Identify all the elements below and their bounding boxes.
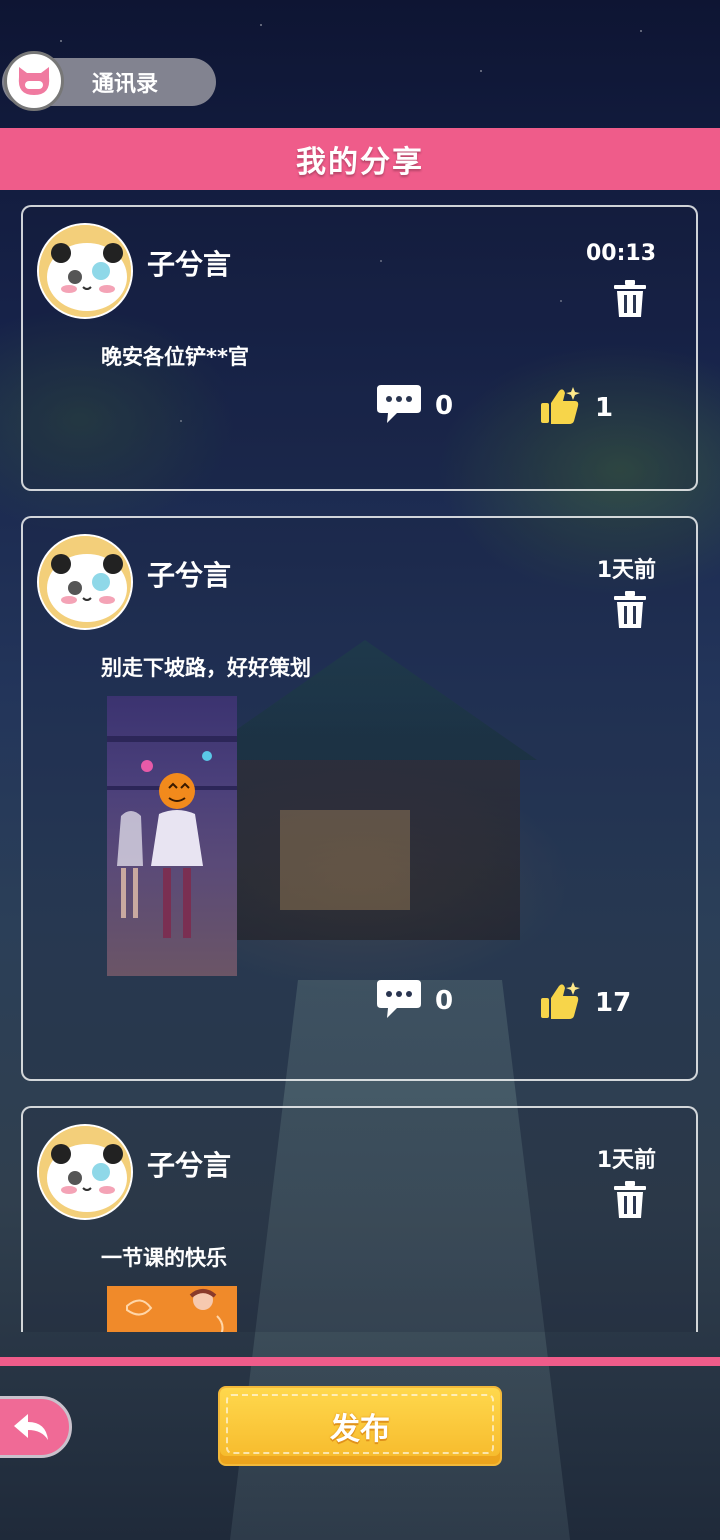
user-avatar[interactable] [37,534,133,630]
like-count: 1 [595,393,614,423]
post-text: 别走下坡路，好好策划 [101,656,311,680]
cat-avatar-icon [4,51,64,111]
comment-icon[interactable] [375,383,423,425]
post-image[interactable] [107,1286,237,1332]
post-text: 一节课的快乐 [101,1246,227,1270]
trash-icon[interactable] [612,1180,648,1220]
thumbs-up-icon[interactable] [539,385,581,427]
trash-icon[interactable] [612,279,648,319]
like-count: 17 [595,988,632,1018]
post-image[interactable] [107,696,237,976]
trash-icon[interactable] [612,590,648,630]
comment-count: 0 [435,986,454,1016]
post-time: 1天前 [596,1148,656,1173]
page-header: 我的分享 [0,128,720,190]
post-card: 子兮言 1天前 别走下坡路，好好策划 0 17 [21,516,698,1081]
post-time: 1天前 [596,558,656,583]
post-author: 子兮言 [147,559,232,592]
publish-label: 发布 [330,1412,390,1447]
contacts-label: 通讯录 [92,72,159,97]
post-card: 子兮言 00:13 晚安各位铲**官 0 1 [21,205,698,491]
back-button[interactable] [0,1396,72,1458]
page-title: 我的分享 [296,145,424,180]
user-avatar[interactable] [37,1124,133,1220]
contacts-button[interactable]: 通讯录 [2,51,216,111]
bottom-divider [0,1357,720,1366]
post-author: 子兮言 [147,248,232,281]
post-time: 00:13 [585,241,656,266]
comment-count: 0 [435,391,454,421]
thumbs-up-icon[interactable] [539,980,581,1022]
back-arrow-icon [14,1414,48,1440]
post-text: 晚安各位铲**官 [101,345,249,369]
comment-icon[interactable] [375,978,423,1020]
post-card: 子兮言 1天前 一节课的快乐 [21,1106,698,1332]
post-author: 子兮言 [147,1149,232,1182]
publish-button[interactable]: 发布 [218,1386,502,1466]
user-avatar[interactable] [37,223,133,319]
post-list[interactable]: 子兮言 00:13 晚安各位铲**官 0 1 子兮言 1天前 别走下坡路，好好策… [0,190,720,1332]
